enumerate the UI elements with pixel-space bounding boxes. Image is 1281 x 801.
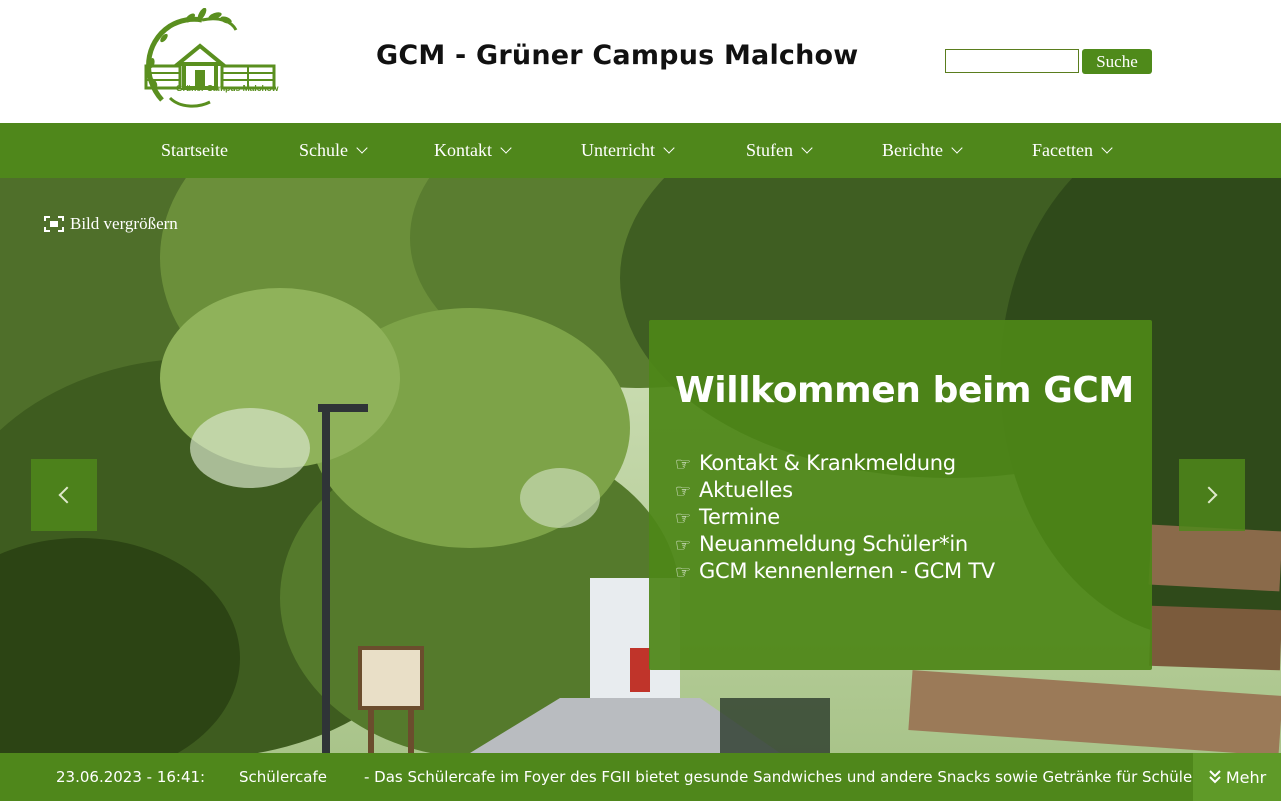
welcome-links: ☞ Kontakt & Krankmeldung ☞ Aktuelles ☞ Term… — [675, 450, 995, 585]
chevron-left-icon — [58, 486, 76, 504]
link-label: Aktuelles — [699, 478, 793, 502]
link-label: Kontakt & Krankmeldung — [699, 451, 956, 475]
slider-prev-button[interactable] — [31, 459, 97, 531]
more-button[interactable]: Mehr — [1193, 753, 1281, 801]
pointing-hand-icon: ☞ — [675, 454, 691, 475]
nav-item-label: Facetten — [1032, 140, 1093, 160]
news-ticker: 23.06.2023 - 16:41: Schülercafe - Das Sc… — [0, 753, 1281, 801]
logo-text: Grüner Campus Malchow — [176, 83, 279, 93]
nav-item-stufen[interactable]: Stufen — [746, 123, 813, 178]
chevron-down-icon — [1101, 142, 1113, 154]
link-aktuelles[interactable]: ☞ Aktuelles — [675, 477, 995, 504]
enlarge-image-button[interactable]: Bild vergrößern — [40, 210, 186, 238]
chevron-down-icon — [500, 142, 512, 154]
chevron-down-icon — [356, 142, 368, 154]
nav-item-label: Unterricht — [581, 140, 655, 160]
pointing-hand-icon: ☞ — [675, 481, 691, 502]
nav-item-facetten[interactable]: Facetten — [1032, 123, 1113, 178]
school-logo[interactable]: Grüner Campus Malchow — [140, 8, 280, 110]
double-chevron-down-icon — [1209, 770, 1221, 784]
chevron-down-icon — [663, 142, 675, 154]
link-gcm-tv[interactable]: ☞ GCM kennenlernen - GCM TV — [675, 558, 995, 585]
site-title: GCM - Grüner Campus Malchow — [376, 40, 859, 71]
chevron-right-icon — [1200, 486, 1218, 504]
site-header: Grüner Campus Malchow GCM - Grüner Campu… — [0, 0, 1281, 123]
ticker-date: 23.06.2023 - 16:41: — [56, 768, 206, 786]
search-input[interactable] — [945, 49, 1079, 73]
pointing-hand-icon: ☞ — [675, 508, 691, 529]
link-termine[interactable]: ☞ Termine — [675, 504, 995, 531]
enlarge-icon — [44, 216, 64, 232]
welcome-title: Willkommen beim GCM — [675, 370, 1134, 411]
link-label: GCM kennenlernen - GCM TV — [699, 559, 995, 583]
nav-item-label: Stufen — [746, 140, 793, 160]
ticker-title[interactable]: Schülercafe — [239, 753, 327, 801]
nav-item-startseite[interactable]: Startseite — [161, 123, 228, 178]
hero-slider: Bild vergrößern Willkommen beim GCM ☞ Kon… — [0, 178, 1281, 753]
nav-item-unterricht[interactable]: Unterricht — [581, 123, 675, 178]
ticker-text[interactable]: - Das Schülercafe im Foyer des FGII biet… — [364, 753, 1200, 801]
search-button[interactable]: Suche — [1082, 49, 1152, 74]
nav-item-schule[interactable]: Schule — [299, 123, 368, 178]
link-label: Termine — [699, 505, 780, 529]
slider-next-button[interactable] — [1179, 459, 1245, 531]
welcome-box: Willkommen beim GCM ☞ Kontakt & Krankmeld… — [649, 320, 1152, 670]
nav-item-label: Startseite — [161, 140, 228, 160]
chevron-down-icon — [951, 142, 963, 154]
pointing-hand-icon: ☞ — [675, 562, 691, 583]
link-neuanmeldung[interactable]: ☞ Neuanmeldung Schüler*in — [675, 531, 995, 558]
nav-item-berichte[interactable]: Berichte — [882, 123, 963, 178]
main-navigation: Startseite Schule Kontakt Unterricht Stu… — [0, 123, 1281, 178]
enlarge-label: Bild vergrößern — [70, 214, 178, 233]
more-label: Mehr — [1225, 767, 1267, 787]
nav-item-kontakt[interactable]: Kontakt — [434, 123, 512, 178]
pointing-hand-icon: ☞ — [675, 535, 691, 556]
chevron-down-icon — [801, 142, 813, 154]
nav-item-label: Berichte — [882, 140, 943, 160]
link-kontakt-krankmeldung[interactable]: ☞ Kontakt & Krankmeldung — [675, 450, 995, 477]
nav-item-label: Kontakt — [434, 140, 492, 160]
link-label: Neuanmeldung Schüler*in — [699, 532, 968, 556]
nav-item-label: Schule — [299, 140, 348, 160]
